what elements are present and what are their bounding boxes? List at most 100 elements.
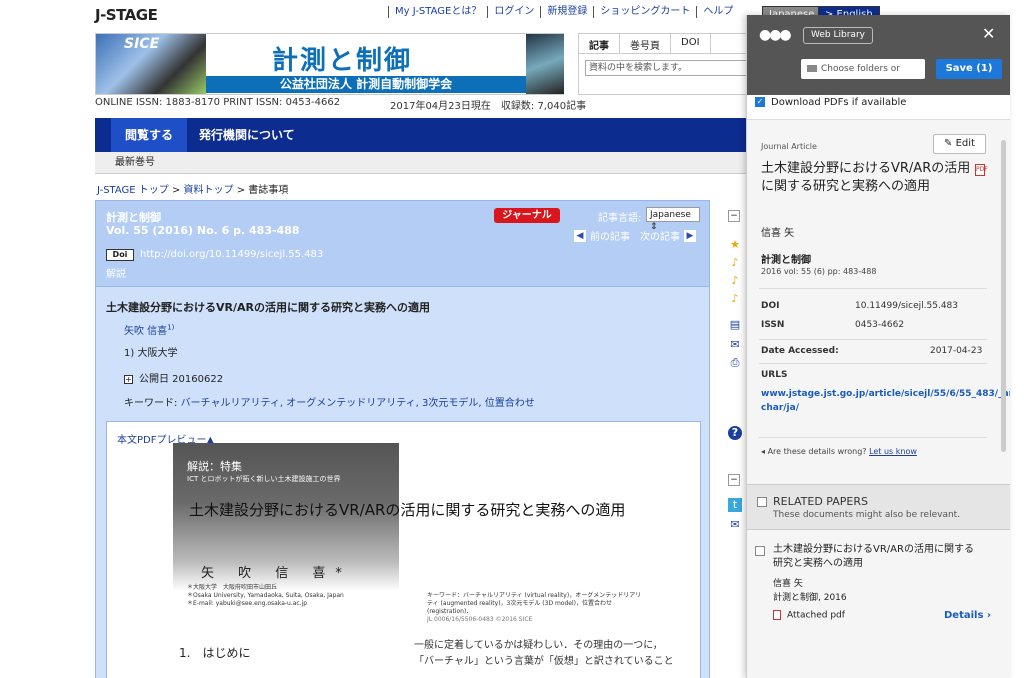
field-issn-label: ISSN (761, 320, 785, 330)
let-us-know-link[interactable]: Let us know (869, 447, 917, 456)
main-navbar: 閲覧する 発行機関について (95, 118, 750, 152)
search-tab-doi[interactable]: DOI (671, 34, 711, 53)
pdf-icon: PDF (975, 164, 988, 176)
banner-title: 計測と制御 (272, 46, 413, 76)
field-date-label: Date Accessed: (761, 346, 839, 356)
document-volume-pages: 2016 vol: 55 (6) pp: 483-488 (761, 267, 877, 276)
breadcrumb-journal[interactable]: 資料トップ (184, 185, 234, 196)
panel-header: ●●● Web Library ✕ Choose folders or grou… (747, 15, 1010, 95)
article-lang-label: 記事言語: (598, 213, 642, 224)
topnav-help[interactable]: ヘルプ (696, 6, 739, 18)
twitter-icon[interactable]: t (728, 498, 742, 512)
share-mail-icon[interactable]: ✉ (728, 518, 742, 532)
preview-intro-heading: 1. はじめに (179, 646, 251, 660)
bell-icon-3[interactable]: ♪ (728, 292, 742, 306)
article-lang-select[interactable]: Japanese ⇕ (646, 207, 700, 232)
web-library-button[interactable]: Web Library (803, 27, 873, 44)
article-journal[interactable]: 計測と制御 (106, 209, 161, 225)
related-item-title: 土木建設分野におけるVR/ARの活用に関する研究と実務への適用 (773, 544, 974, 569)
doi-link[interactable]: http://doi.org/10.11499/sicejl.55.483 (140, 249, 323, 260)
document-journal: 計測と制御 (761, 255, 811, 266)
journal-banner[interactable]: SICE 計測と制御 公益社団法人 計測自動制御学会 (95, 33, 564, 95)
field-doi-value: 10.11499/sicejl.55.483 (855, 301, 959, 311)
attached-pdf-icon (773, 610, 781, 620)
mendeley-panel: ●●● Web Library ✕ Choose folders or grou… (746, 15, 1010, 678)
related-subtitle: These documents might also be relevant. (773, 510, 961, 520)
preview-keywords: キーワード：バーチャルリアリティ (virtual reality)，オーグメン… (427, 592, 642, 623)
article-pubdate[interactable]: + 公開日 20160622 (124, 370, 223, 385)
jstage-logo[interactable]: J-STAGE (95, 6, 158, 24)
related-item-journal: 計測と制御, 2016 (773, 593, 847, 603)
bell-icon-2[interactable]: ♪ (728, 274, 742, 288)
search-tabs: 記事 巻号頁 DOI (579, 34, 767, 54)
keyword-links[interactable]: バーチャルリアリティ, オーグメンテッドリアリティ, 3次元モデル, 位置合わせ (181, 398, 535, 409)
save-button[interactable]: Save (1) (936, 59, 1002, 79)
print-icon[interactable]: ⎙ (728, 356, 742, 370)
related-item: 土木建設分野におけるVR/ARの活用に関する研究と実務への適用 信喜 矢 計測と… (747, 530, 1010, 678)
collapse-minus-icon[interactable]: − (728, 210, 740, 222)
related-item-checkbox[interactable] (755, 546, 765, 556)
urls-label: URLS (761, 370, 788, 380)
breadcrumb-current: 書誌事項 (248, 185, 289, 196)
article-category: 解説 (106, 269, 126, 280)
search-input[interactable]: 資料の中を検索します。 (585, 60, 761, 76)
article-panel: 計測と制御 Vol. 55 (2016) No. 6 p. 483-488 ジャ… (95, 200, 710, 678)
report-wrong-details: ◂ Are these details wrong? Let us know (761, 447, 917, 456)
preview-author: 矢 吹 信 喜* (201, 566, 352, 581)
expand-plus-icon[interactable]: + (124, 375, 133, 384)
top-nav: My J-STAGEとは？ ログイン 新規登録 ショッピングカート ヘルプ (388, 6, 739, 18)
search-tab-article[interactable]: 記事 (579, 34, 620, 53)
close-icon[interactable]: ✕ (982, 24, 995, 43)
related-papers-header: RELATED PAPERS These documents might als… (747, 484, 1010, 530)
date-line: 2017年04月23日現在 収録数: 7,040記事 (390, 101, 587, 112)
search-tab-volume[interactable]: 巻号頁 (620, 34, 671, 53)
preview-body: 一般に定着しているかは疑わしい．その理由の一つに， 「バーチャル」という言葉が「… (414, 640, 674, 667)
sice-logo: SICE (124, 36, 160, 52)
preview-subtitle: ICT とロボットが拓く新しい土木建設施工の世界 (187, 475, 341, 483)
preview-affiliation: ＊大阪大学 大阪府吹田市山田丘 ＊Osaka University, Yamad… (187, 584, 344, 607)
related-select-all-checkbox[interactable] (757, 497, 767, 507)
prev-article-link[interactable]: 前の記事 (590, 228, 630, 243)
issn-line: ONLINE ISSN: 1883-8170 PRINT ISSN: 0453-… (95, 97, 341, 108)
edit-button[interactable]: ✎ Edit (933, 134, 986, 154)
related-item-pdf: Attached pdf (773, 610, 845, 621)
panel-scrollbar[interactable] (1001, 140, 1006, 452)
collapse-minus-icon-2[interactable]: − (728, 474, 740, 486)
article-body: 土木建設分野におけるVR/ARの活用に関する研究と実務への適用 矢吹 信喜1) … (96, 286, 709, 678)
field-issn-value: 0453-4662 (855, 320, 905, 330)
document-details: Journal Article ✎ Edit 土木建設分野におけるVR/ARの活… (747, 119, 1010, 484)
prev-next-nav: ◀ 前の記事 次の記事 ▶ (574, 228, 696, 243)
nav-browse[interactable]: 閲覧する (111, 118, 188, 152)
document-icon[interactable]: ▤ (728, 318, 742, 332)
topnav-about[interactable]: My J-STAGEとは？ (388, 6, 487, 18)
help-icon[interactable]: ? (728, 426, 742, 440)
journal-badge: ジャーナル (494, 208, 560, 223)
banner-society: 公益社団法人 計測自動制御学会 (206, 76, 526, 93)
prev-arrow-icon[interactable]: ◀ (574, 229, 586, 242)
topnav-cart[interactable]: ショッピングカート (593, 6, 696, 18)
next-arrow-icon[interactable]: ▶ (684, 229, 696, 242)
topnav-login[interactable]: ログイン (487, 6, 540, 18)
folder-chooser[interactable]: Choose folders or groups (801, 59, 925, 94)
field-doi-label: DOI (761, 301, 780, 311)
next-article-link[interactable]: 次の記事 (640, 228, 680, 243)
download-pdfs-row[interactable]: ✓ Download PDFs if available (755, 95, 1010, 119)
article-affiliation: 1) 大阪大学 (124, 348, 178, 359)
star-icon[interactable]: ★ (728, 238, 742, 252)
download-pdfs-checkbox[interactable]: ✓ (755, 97, 765, 107)
url-link[interactable]: www.jstage.jst.go.jp/article/sicejl/55/6… (761, 387, 1010, 415)
breadcrumb: J-STAGE トップ > 資料トップ > 書誌事項 (97, 185, 289, 196)
nav-publisher[interactable]: 発行機関について (185, 118, 309, 152)
topnav-register[interactable]: 新規登録 (540, 6, 593, 18)
subnav-latest[interactable]: 最新巻号 (95, 152, 750, 174)
article-author[interactable]: 矢吹 信喜1) (124, 322, 174, 337)
banner-image-right (526, 34, 564, 94)
document-author: 信喜 矢 (761, 228, 795, 239)
mail-icon[interactable]: ✉ (728, 338, 742, 352)
preview-category: 解説：特集 (187, 460, 242, 473)
bell-icon[interactable]: ♪ (728, 256, 742, 270)
article-volume[interactable]: Vol. 55 (2016) No. 6 p. 483-488 (106, 224, 300, 237)
breadcrumb-top[interactable]: J-STAGE トップ (97, 185, 169, 196)
details-link[interactable]: Details › (944, 610, 991, 621)
doi-badge: Doi (106, 249, 134, 261)
